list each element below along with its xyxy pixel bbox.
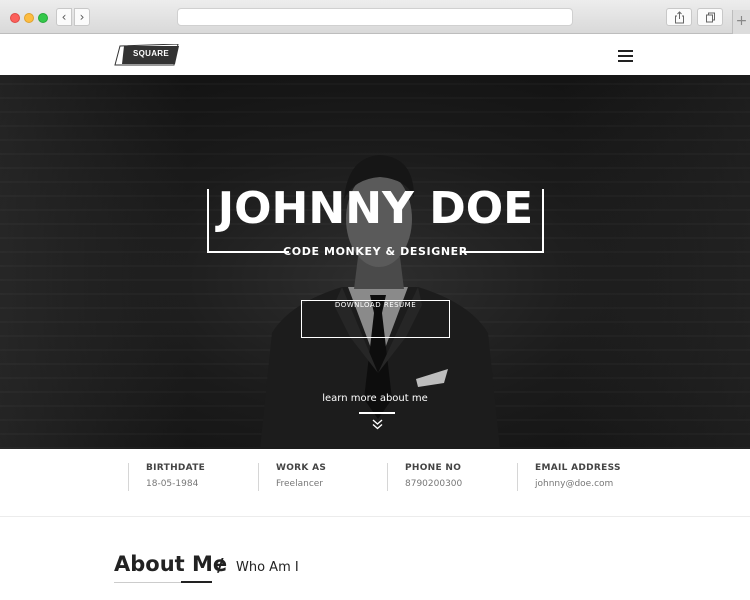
info-value: 8790200300 xyxy=(405,479,463,489)
tabs-icon xyxy=(706,12,715,23)
plus-icon: + xyxy=(735,13,748,29)
about-heading: About Me xyxy=(114,552,228,576)
chevron-right-icon: › xyxy=(79,10,85,24)
learn-more-link[interactable]: learn more about me xyxy=(300,393,450,404)
tabs-overview-button[interactable] xyxy=(697,8,723,26)
about-section: About Me / Who Am I xyxy=(0,517,750,600)
hero-tagline: CODE MONKEY & DESIGNER xyxy=(283,245,468,258)
address-bar[interactable] xyxy=(177,8,573,26)
about-underline-accent xyxy=(181,581,212,583)
info-phone: PHONE NO 8790200300 xyxy=(387,463,462,491)
info-label: EMAIL ADDRESS xyxy=(535,463,621,473)
learn-more-underline xyxy=(359,412,395,414)
info-email: EMAIL ADDRESS johnny@doe.com xyxy=(517,463,621,491)
personal-info-strip: BIRTHDATE 18-05-1984 WORK AS Freelancer … xyxy=(0,449,750,517)
share-icon xyxy=(675,11,684,24)
share-button[interactable] xyxy=(666,8,692,26)
info-value[interactable]: johnny@doe.com xyxy=(535,479,621,489)
about-separator: / xyxy=(217,555,224,576)
info-label: BIRTHDATE xyxy=(146,463,206,473)
minimize-window-button[interactable] xyxy=(24,13,34,23)
chevron-left-icon: ‹ xyxy=(61,10,67,24)
zoom-window-button[interactable] xyxy=(38,13,48,23)
info-work-as: WORK AS Freelancer xyxy=(258,463,326,491)
forward-button[interactable]: › xyxy=(74,8,90,26)
new-tab-button[interactable]: + xyxy=(732,10,750,34)
info-birthdate: BIRTHDATE 18-05-1984 xyxy=(128,463,205,491)
about-subheading: Who Am I xyxy=(236,560,299,575)
site-logo[interactable]: SQUARE xyxy=(114,44,180,66)
back-button[interactable]: ‹ xyxy=(56,8,72,26)
info-value: Freelancer xyxy=(276,479,324,489)
browser-toolbar: ‹ › + xyxy=(0,0,750,34)
info-label: PHONE NO xyxy=(405,463,462,473)
hamburger-icon[interactable] xyxy=(618,50,633,62)
info-value: 18-05-1984 xyxy=(146,479,199,489)
site-header: SQUARE xyxy=(0,34,750,75)
hero-section: JOHNNY DOE CODE MONKEY & DESIGNER DOWNLO… xyxy=(0,75,750,449)
double-chevron-down-icon[interactable] xyxy=(372,419,383,430)
logo-text: SQUARE xyxy=(132,49,170,58)
hero-name: JOHNNY DOE xyxy=(217,183,534,234)
download-resume-button[interactable]: DOWNLOAD RESUME xyxy=(301,300,450,338)
close-window-button[interactable] xyxy=(10,13,20,23)
info-label: WORK AS xyxy=(276,463,327,473)
